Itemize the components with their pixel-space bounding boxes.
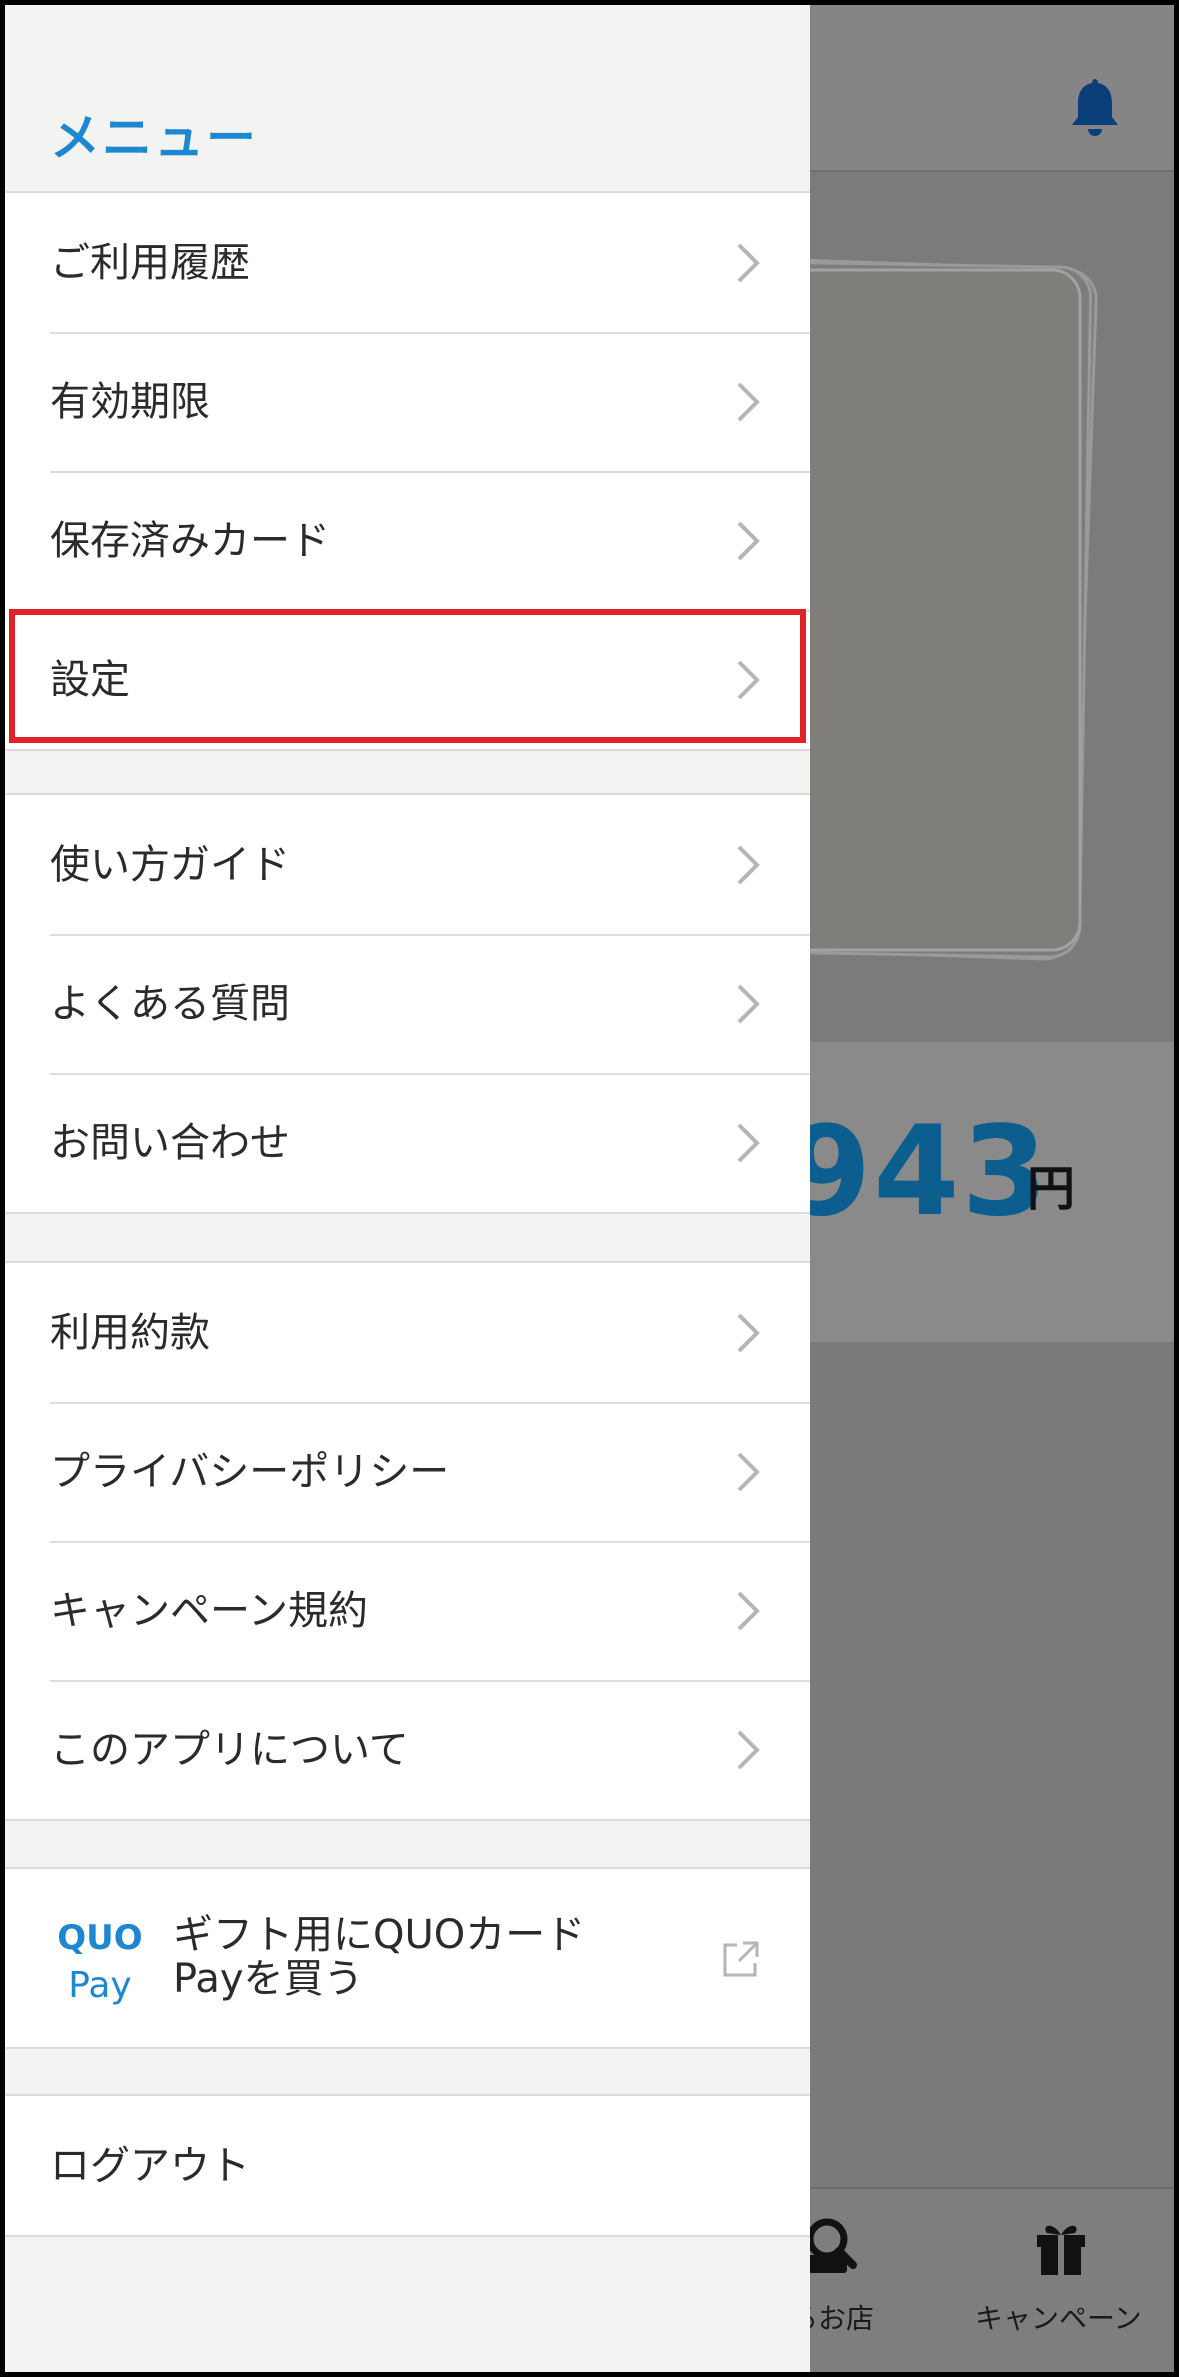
chevron-right-icon xyxy=(737,243,760,282)
menu-group-legal: 利用約款 プライバシーポリシー キャンペーン規約 このアプリについて xyxy=(5,1261,810,1821)
menu-item-settings[interactable]: 設定 xyxy=(5,610,810,749)
chevron-right-icon xyxy=(737,1730,760,1769)
card-stack-illustration xyxy=(785,257,1098,961)
menu-item-faq[interactable]: よくある質問 xyxy=(5,934,810,1073)
menu-item-label: キャンペーン規約 xyxy=(50,1587,368,1634)
menu-item-usage-history[interactable]: ご利用履歴 xyxy=(5,193,810,332)
navigation-drawer: メニュー ご利用履歴 有効期限 保存済みカード 設定 使い方ガイド よくある質問… xyxy=(5,5,810,2372)
menu-item-saved-cards[interactable]: 保存済みカード xyxy=(5,471,810,610)
menu-item-label: 設定 xyxy=(50,656,130,703)
menu-item-contact[interactable]: お問い合わせ xyxy=(5,1073,810,1212)
chevron-right-icon xyxy=(737,845,760,884)
menu-item-terms[interactable]: 利用約款 xyxy=(5,1263,810,1402)
chevron-right-icon xyxy=(737,1452,760,1491)
menu-item-about-app[interactable]: このアプリについて xyxy=(5,1680,810,1819)
chevron-right-icon xyxy=(737,521,760,560)
menu-item-campaign-terms[interactable]: キャンペーン規約 xyxy=(5,1541,810,1680)
chevron-right-icon xyxy=(737,660,760,699)
menu-group-quo-link: QUO Pay ギフト用にQUOカードPayを買う xyxy=(5,1867,810,2049)
bell-icon[interactable] xyxy=(1067,75,1123,139)
menu-item-expiration[interactable]: 有効期限 xyxy=(5,332,810,471)
menu-item-label: お問い合わせ xyxy=(50,1119,290,1166)
svg-text:QUO: QUO xyxy=(57,1918,142,1958)
menu-item-guide[interactable]: 使い方ガイド xyxy=(5,795,810,934)
tab-campaign-label[interactable]: キャンペーン xyxy=(975,2297,1142,2337)
logout-label: ログアウト xyxy=(50,2142,250,2189)
menu-item-label: よくある質問 xyxy=(50,980,290,1027)
quo-pay-logo: QUO Pay xyxy=(57,1918,142,2005)
menu-group-account: ご利用履歴 有効期限 保存済みカード 設定 xyxy=(5,191,810,751)
menu-item-label: 利用約款 xyxy=(50,1309,210,1356)
menu-item-logout[interactable]: ログアウト xyxy=(5,2096,810,2235)
quo-search-icon[interactable] xyxy=(805,2217,857,2277)
chevron-right-icon xyxy=(737,1123,760,1162)
menu-item-label: プライバシーポリシー xyxy=(50,1448,450,1495)
menu-item-label: 保存済みカード xyxy=(50,517,330,564)
menu-item-label: 使い方ガイド xyxy=(50,841,290,888)
menu-item-label: 有効期限 xyxy=(50,378,210,425)
chevron-right-icon xyxy=(737,1591,760,1630)
menu-item-privacy-policy[interactable]: プライバシーポリシー xyxy=(5,1402,810,1541)
chevron-right-icon xyxy=(737,382,760,421)
balance-amount: 943 xyxy=(785,1100,1050,1244)
gift-icon[interactable] xyxy=(1033,2217,1089,2277)
quo-link-label: ギフト用にQUOカードPayを買う xyxy=(173,1912,586,2002)
chevron-right-icon xyxy=(737,1313,760,1352)
drawer-title: メニュー xyxy=(50,109,258,167)
screen: 943 円 るお店 キャンペーン メニュー ご利用履歴 有効期限 保存済みカード xyxy=(5,5,1174,2372)
menu-item-buy-quo-card-pay[interactable]: QUO Pay ギフト用にQUOカードPayを買う xyxy=(5,1869,810,2047)
chevron-right-icon xyxy=(737,984,760,1023)
menu-group-logout: ログアウト xyxy=(5,2094,810,2237)
svg-text:Pay: Pay xyxy=(68,1965,131,2005)
external-link-icon xyxy=(723,1941,759,1977)
menu-item-label: このアプリについて xyxy=(50,1726,409,1773)
balance-unit: 円 xyxy=(1027,1161,1076,1217)
menu-group-help: 使い方ガイド よくある質問 お問い合わせ xyxy=(5,793,810,1214)
menu-item-label: ご利用履歴 xyxy=(50,239,250,286)
